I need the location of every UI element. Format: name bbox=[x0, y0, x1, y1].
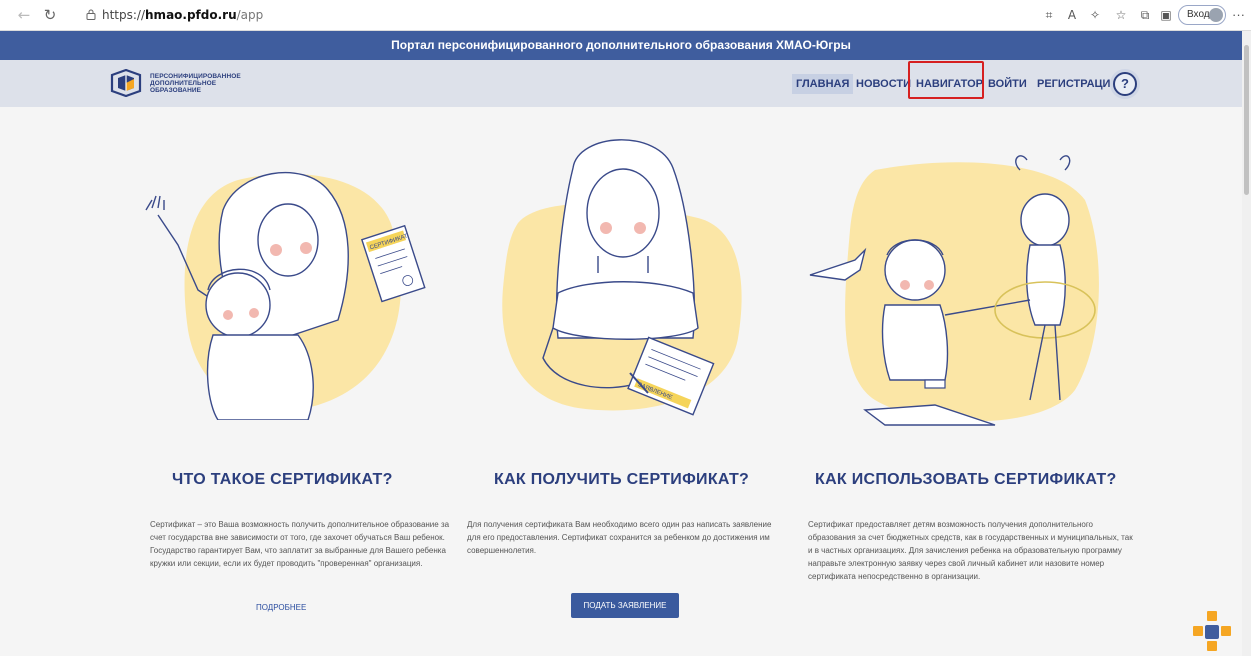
help-button[interactable]: ? bbox=[1113, 72, 1137, 96]
column-text: Сертификат – это Ваша возможность получи… bbox=[150, 520, 450, 568]
submit-application-button[interactable]: ПОДАТЬ ЗАЯВЛЕНИЕ bbox=[571, 593, 679, 618]
address-bar[interactable]: https://hmao.pfdo.ru/app bbox=[80, 4, 1020, 26]
illustration-using-certificate bbox=[809, 155, 1099, 426]
navigator-highlight-box bbox=[908, 61, 984, 99]
column-text: Сертификат предоставляет детям возможнос… bbox=[808, 520, 1133, 581]
illustration-certificate: СЕРТИФИКАТ bbox=[145, 171, 426, 420]
url-scheme: https:// bbox=[102, 8, 146, 22]
logo-line: ОБРАЗОВАНИЕ bbox=[150, 87, 202, 94]
logo-text[interactable]: ПЕРСОНИФИЦИРОВАННОЕ ДОПОЛНИТЕЛЬНОЕ ОБРАЗ… bbox=[150, 73, 241, 94]
logo-line: ПЕРСОНИФИЦИРОВАННОЕ bbox=[150, 73, 241, 80]
more-link[interactable]: ПОДРОБНЕЕ bbox=[256, 603, 306, 612]
browser-toolbar: ← ↻ https://hmao.pfdo.ru/app ⌗ A ✧ ☆ ⧉ ▣… bbox=[0, 0, 1251, 31]
column-title: КАК ПОЛУЧИТЬ СЕРТИФИКАТ? bbox=[494, 471, 750, 488]
illustration-application: ЗАЯВЛЕНИЕ bbox=[502, 139, 742, 416]
column-text: Для получения сертификата Вам необходимо… bbox=[467, 520, 772, 555]
logo-line: ДОПОЛНИТЕЛЬНОЕ bbox=[150, 80, 217, 87]
profile-label: Вход bbox=[1187, 9, 1210, 20]
lock-icon bbox=[86, 9, 96, 20]
nav-news[interactable]: НОВОСТИ bbox=[856, 74, 911, 94]
site-header: ПЕРСОНИФИЦИРОВАННОЕ ДОПОЛНИТЕЛЬНОЕ ОБРАЗ… bbox=[0, 60, 1242, 107]
extensions-icon[interactable]: ✧ bbox=[1086, 6, 1104, 24]
top-banner: Портал персонифицированного дополнительн… bbox=[0, 31, 1242, 60]
collections-icon[interactable]: ⧉ bbox=[1136, 6, 1154, 24]
logo-icon[interactable] bbox=[108, 69, 144, 97]
refresh-icon[interactable]: ↻ bbox=[40, 5, 60, 25]
more-icon[interactable]: ··· bbox=[1232, 6, 1245, 24]
qr-icon[interactable]: ⌗ bbox=[1040, 6, 1058, 24]
scrollbar-thumb[interactable] bbox=[1244, 45, 1249, 195]
column-title: ЧТО ТАКОЕ СЕРТИФИКАТ? bbox=[172, 471, 393, 488]
favorites-icon[interactable]: ☆ bbox=[1112, 6, 1130, 24]
column-title: КАК ИСПОЛЬЗОВАТЬ СЕРТИФИКАТ? bbox=[815, 471, 1117, 488]
nav-register[interactable]: РЕГИСТРАЦИЯ bbox=[1037, 74, 1118, 94]
profile-button[interactable]: Вход bbox=[1178, 5, 1226, 25]
nav-home[interactable]: ГЛАВНАЯ bbox=[792, 74, 854, 94]
url-path: /app bbox=[236, 8, 264, 22]
split-icon[interactable]: ▣ bbox=[1157, 6, 1175, 24]
widget-logo-icon[interactable] bbox=[1188, 608, 1236, 656]
read-aloud-icon[interactable]: A bbox=[1063, 6, 1081, 24]
url-host: hmao.pfdo.ru bbox=[145, 8, 237, 22]
avatar-icon bbox=[1209, 8, 1223, 22]
back-icon[interactable]: ← bbox=[14, 5, 34, 25]
nav-login[interactable]: ВОЙТИ bbox=[988, 74, 1027, 94]
